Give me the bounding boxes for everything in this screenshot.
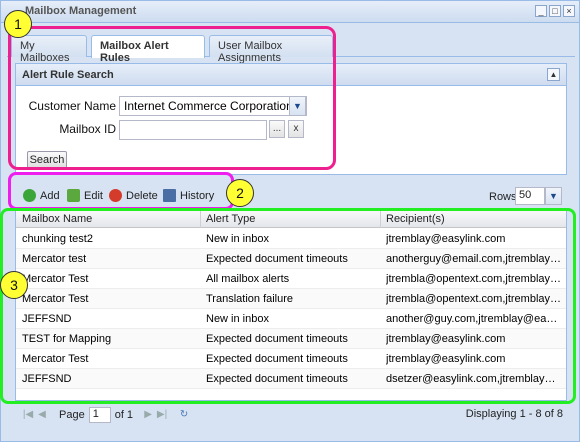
edit-icon (67, 189, 80, 202)
alert-rules-grid: Mailbox Name Alert Type Recipient(s) chu… (15, 209, 567, 401)
cell-recipients: anotherguy@email.com,jtremblay@e... (386, 253, 562, 265)
cell-recipients: jtremblay@easylink.com (386, 353, 506, 365)
mailbox-id-label: Mailbox ID (59, 122, 116, 136)
cell-alert-type: Expected document timeouts (206, 253, 348, 265)
tab-mailbox-alert-rules[interactable]: Mailbox Alert Rules (91, 35, 205, 64)
column-header-alert-type[interactable]: Alert Type (206, 213, 255, 225)
panel-title: Alert Rule Search (22, 69, 114, 81)
page-label: Page (59, 409, 85, 421)
table-row[interactable]: chunking test2 New in inbox jtremblay@easy… (16, 229, 566, 249)
delete-button[interactable]: Delete (109, 189, 158, 202)
cell-recipients: jtrembla@opentext.com,jtremblay@e... (386, 293, 562, 305)
prev-page-icon[interactable]: ◀ (35, 408, 49, 422)
table-row[interactable]: Mercator Test Translation failure jtrembla… (16, 289, 566, 309)
cell-alert-type: All mailbox alerts (206, 273, 290, 285)
cell-mailbox-name: Mercator Test (22, 293, 89, 305)
first-page-icon[interactable]: |◀ (21, 408, 35, 422)
maximize-button[interactable]: □ (549, 5, 561, 17)
history-button[interactable]: History (163, 189, 214, 202)
rows-select[interactable]: 50 (515, 187, 545, 205)
page-number-input[interactable]: 1 (88, 407, 111, 423)
annotation-badge-1: 1 (4, 10, 32, 38)
cell-recipients: jtremblay@easylink.com (386, 333, 506, 345)
annotation-badge-2: 2 (226, 179, 254, 207)
column-header-mailbox-name[interactable]: Mailbox Name (22, 213, 92, 225)
column-header-recipients[interactable]: Recipient(s) (386, 213, 445, 225)
search-button[interactable]: Search (27, 151, 67, 169)
cell-alert-type: Expected document timeouts (206, 373, 348, 385)
window-title: Mailbox Management (25, 5, 137, 17)
table-row[interactable]: JEFFSND New in inbox another@guy.com,jtrem… (16, 309, 566, 329)
next-page-icon[interactable]: ▶ (141, 408, 155, 422)
browse-button[interactable]: ... (269, 120, 285, 138)
add-label: Add (40, 189, 60, 202)
cell-recipients: jtremblay@easylink.com (386, 233, 506, 245)
panel-header: Alert Rule Search ▲ (16, 64, 566, 86)
tab-user-mailbox-assignments[interactable]: User Mailbox Assignments (209, 35, 333, 64)
table-row[interactable]: Mercator Test All mailbox alerts jtrembla@… (16, 269, 566, 289)
cell-recipients: jtrembla@opentext.com,jtremblay@e... (386, 273, 562, 285)
cell-alert-type: Expected document timeouts (206, 353, 348, 365)
table-row[interactable]: Mercator Test Expected document timeouts j… (16, 349, 566, 369)
refresh-icon[interactable]: ↻ (177, 408, 191, 422)
cell-alert-type: New in inbox (206, 313, 269, 325)
minimize-button[interactable]: _ (535, 5, 547, 17)
window-titlebar: Mailbox Management _ □ × (1, 1, 579, 23)
cell-mailbox-name: Mercator Test (22, 273, 89, 285)
cell-alert-type: New in inbox (206, 233, 269, 245)
cell-recipients: dsetzer@easylink.com,jtremblay@ea... (386, 373, 562, 385)
cell-mailbox-name: JEFFSND (22, 313, 72, 325)
delete-label: Delete (126, 189, 158, 202)
table-row[interactable]: JEFFSND Expected document timeouts dsetzer… (16, 369, 566, 389)
cell-mailbox-name: JEFFSND (22, 373, 72, 385)
cell-mailbox-name: Mercator Test (22, 353, 89, 365)
grid-header: Mailbox Name Alert Type Recipient(s) (16, 210, 566, 228)
grid-toolbar: Add Edit Delete History Rows: 50 ▼ (15, 184, 567, 210)
cell-alert-type: Translation failure (206, 293, 294, 305)
tab-bar: My Mailboxes Mailbox Alert Rules User Ma… (7, 29, 575, 64)
tab-my-mailboxes[interactable]: My Mailboxes (11, 35, 87, 64)
add-icon (23, 189, 36, 202)
customer-name-label: Customer Name (28, 99, 116, 113)
collapse-icon[interactable]: ▲ (547, 68, 560, 81)
edit-button[interactable]: Edit (67, 189, 103, 202)
cell-alert-type: Expected document timeouts (206, 333, 348, 345)
mailbox-management-window: Mailbox Management _ □ × My Mailboxes Ma… (0, 0, 580, 442)
annotation-badge-3: 3 (0, 271, 28, 299)
last-page-icon[interactable]: ▶| (155, 408, 169, 422)
clear-button[interactable]: x (288, 120, 304, 138)
customer-name-combo[interactable]: Internet Commerce Corporation (119, 96, 307, 116)
edit-label: Edit (84, 189, 103, 202)
history-label: History (180, 189, 215, 202)
cell-mailbox-name: chunking test2 (22, 233, 93, 245)
chevron-down-icon[interactable]: ▼ (289, 96, 306, 116)
page-count-label: of 1 (114, 409, 134, 421)
cell-mailbox-name: Mercator test (22, 253, 87, 265)
cell-mailbox-name: TEST for Mapping (22, 333, 112, 345)
table-row[interactable]: Mercator test Expected document timeouts a… (16, 249, 566, 269)
delete-icon (109, 189, 122, 202)
alert-rule-search-panel: Alert Rule Search ▲ Customer Name Intern… (15, 63, 567, 175)
cell-recipients: another@guy.com,jtremblay@easyli... (386, 313, 562, 325)
mailbox-id-input[interactable] (119, 120, 267, 140)
add-button[interactable]: Add (23, 189, 60, 202)
close-button[interactable]: × (563, 5, 575, 17)
paging-toolbar: |◀ ◀ Page 1 of 1 ▶ ▶| ↻ Displaying 1 - 8… (15, 403, 567, 427)
rows-chevron-down-icon[interactable]: ▼ (545, 187, 562, 205)
table-row[interactable]: TEST for Mapping Expected document timeou… (16, 329, 566, 349)
display-info: Displaying 1 - 8 of 8 (465, 408, 563, 420)
history-icon (163, 189, 176, 202)
